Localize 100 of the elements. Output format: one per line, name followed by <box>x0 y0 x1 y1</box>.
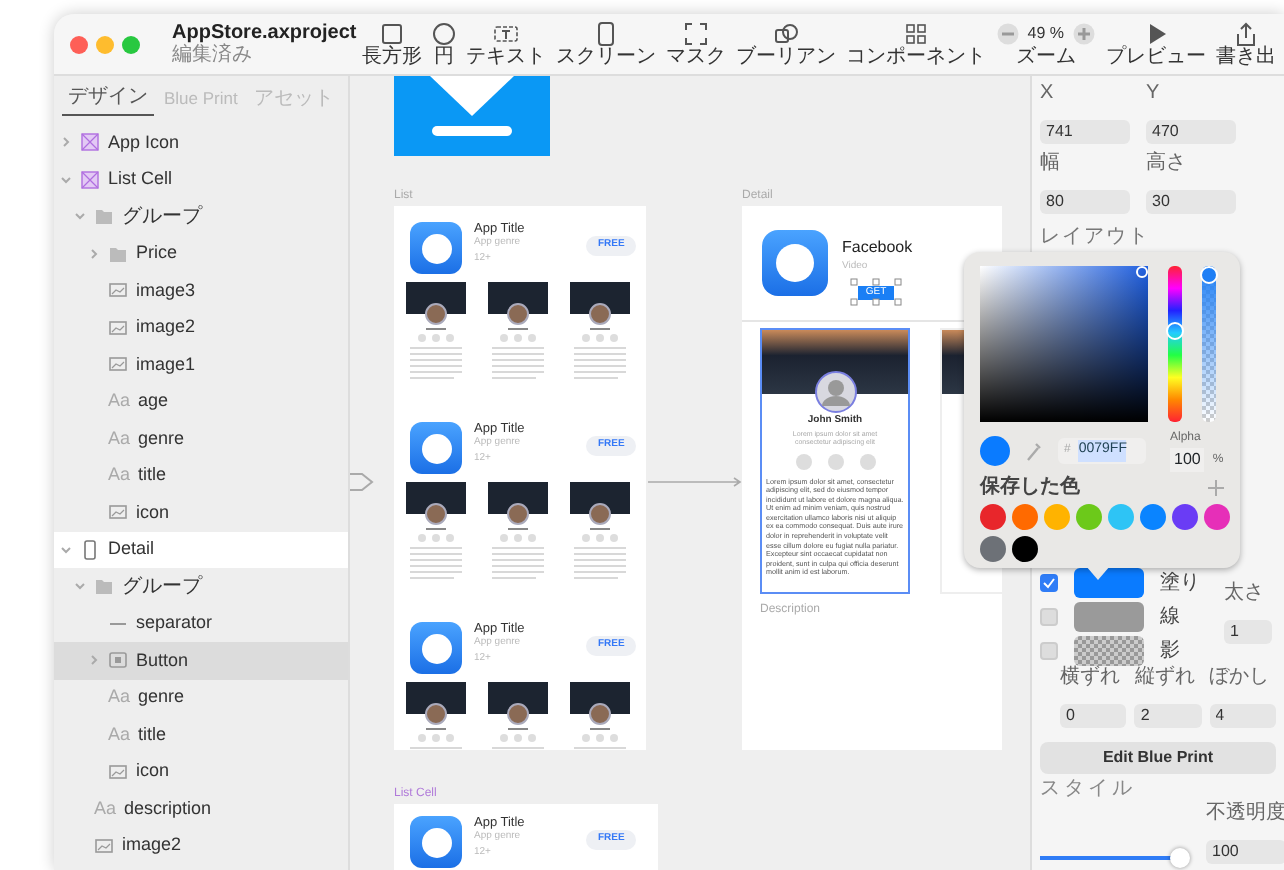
saved-color-swatch[interactable] <box>1076 504 1102 530</box>
saved-color-swatch[interactable] <box>1140 504 1166 530</box>
toolbar-button[interactable]: テキスト <box>465 21 546 67</box>
saved-color-swatch[interactable] <box>1172 504 1198 530</box>
field-label: 高さ <box>1146 154 1188 174</box>
toolbar-button[interactable]: 円 <box>431 21 456 67</box>
chevron-icon[interactable] <box>87 247 99 260</box>
layer-row[interactable]: Aa title <box>54 716 348 753</box>
layer-row[interactable]: グループ <box>54 568 348 605</box>
rectangle-icon <box>379 21 404 45</box>
layer-row[interactable]: Price <box>54 235 348 272</box>
chevron-icon[interactable] <box>59 136 71 149</box>
layer-name: image2 <box>122 832 182 858</box>
share-icon <box>1234 21 1258 45</box>
layer-row[interactable]: icon <box>54 494 348 531</box>
zoom-out-icon[interactable] <box>995 21 1020 45</box>
chevron-icon[interactable] <box>87 654 99 667</box>
layer-row[interactable]: image2 <box>54 827 348 864</box>
opacity-slider[interactable] <box>1040 848 1190 868</box>
layer-row[interactable]: グループ <box>54 198 348 235</box>
eyedropper-icon[interactable] <box>1026 441 1042 461</box>
zoom-in-icon[interactable] <box>1072 21 1096 45</box>
image-icon <box>94 835 114 856</box>
chevron-icon[interactable] <box>73 580 85 593</box>
shapes-icon <box>773 21 798 45</box>
toolbar-button[interactable]: コンポーネント <box>845 21 986 67</box>
number-field[interactable]: 80 <box>1040 190 1130 214</box>
layer-name: image3 <box>136 277 196 304</box>
layer-row[interactable]: image3 <box>54 272 348 309</box>
layer-name: image2 <box>136 314 196 340</box>
saved-color-swatch[interactable] <box>1108 504 1134 530</box>
alpha-field[interactable]: 100 <box>1170 448 1205 472</box>
saved-color-swatch[interactable] <box>980 504 1006 530</box>
window-title: AppStore.axproject <box>172 22 357 44</box>
checkbox[interactable] <box>1040 574 1058 592</box>
chevron-icon[interactable] <box>59 543 71 556</box>
layer-row[interactable]: icon <box>54 753 348 790</box>
toolbar-button[interactable]: ブーリアン <box>735 21 836 67</box>
number-field[interactable]: 4 <box>1209 704 1276 728</box>
hue-slider[interactable] <box>1168 266 1182 422</box>
social-circle <box>859 453 875 469</box>
saved-color-swatch[interactable] <box>1204 504 1230 530</box>
toolbar-button[interactable]: スクリーン <box>555 21 656 67</box>
panel-tab[interactable]: デザイン <box>62 76 154 116</box>
zoom-button[interactable] <box>122 35 140 53</box>
layer-row[interactable]: Button <box>54 642 348 679</box>
number-field[interactable]: 2 <box>1134 704 1202 728</box>
number-field[interactable]: 100 <box>1206 840 1284 864</box>
layer-row[interactable]: Aa description <box>54 790 348 827</box>
number-field[interactable]: 470 <box>1146 120 1236 144</box>
edit-button[interactable]: Edit Blue Print <box>1040 742 1276 774</box>
connection-arrow <box>648 476 744 488</box>
chevron-icon[interactable] <box>59 173 71 186</box>
color-swatch[interactable] <box>1074 636 1144 666</box>
layer-name: List Cell <box>108 166 173 192</box>
color-gradient-field[interactable] <box>980 266 1148 422</box>
add-icon[interactable] <box>1208 479 1224 495</box>
number-field[interactable]: 741 <box>1040 120 1130 144</box>
layer-name: age <box>138 388 169 414</box>
picker-handle[interactable] <box>1136 266 1148 278</box>
layer-row[interactable]: Aa genre <box>54 420 348 457</box>
entry-point-icon <box>350 472 374 492</box>
toolbar-button[interactable]: 書き出 <box>1216 21 1276 67</box>
toolbar-button[interactable]: 長方形 <box>361 21 422 67</box>
layer-row[interactable]: separator <box>54 605 348 642</box>
alpha-slider[interactable] <box>1202 266 1216 422</box>
slider-thumb[interactable] <box>1200 266 1218 284</box>
chevron-icon[interactable] <box>73 210 85 223</box>
layer-row[interactable]: Aa age <box>54 383 348 420</box>
layer-row[interactable]: List Cell <box>54 161 348 198</box>
color-swatch[interactable] <box>1074 602 1144 632</box>
minimize-button[interactable] <box>96 35 114 53</box>
app-icon <box>410 422 462 474</box>
number-field[interactable]: 0 <box>1060 704 1127 728</box>
layer-row[interactable]: image2 <box>54 309 348 346</box>
color-swatch[interactable] <box>1074 568 1144 598</box>
saved-color-swatch[interactable] <box>980 536 1006 562</box>
layer-row[interactable]: App Icon <box>54 124 348 161</box>
layer-name: separator <box>136 610 213 636</box>
current-color-circle <box>980 436 1010 466</box>
number-field[interactable]: 1 <box>1224 619 1272 643</box>
slider-thumb[interactable] <box>1169 848 1190 868</box>
layer-row[interactable]: Aa title <box>54 457 348 494</box>
toolbar-button[interactable]: マスク <box>665 21 726 67</box>
layer-name: Button <box>136 647 189 673</box>
saved-color-swatch[interactable] <box>1044 504 1070 530</box>
slider-thumb[interactable] <box>1166 321 1184 340</box>
layer-row[interactable]: Detail <box>54 531 348 568</box>
checkbox[interactable] <box>1040 608 1058 626</box>
toolbar-button[interactable]: プレビュー <box>1106 21 1206 67</box>
saved-color-swatch[interactable] <box>1012 536 1038 562</box>
social-circle <box>795 453 811 469</box>
close-button[interactable] <box>70 35 88 53</box>
saved-color-swatch[interactable] <box>1012 504 1038 530</box>
layer-name: genre <box>138 425 185 452</box>
number-field[interactable]: 30 <box>1146 190 1236 214</box>
social-circle <box>827 453 843 469</box>
layer-row[interactable]: Aa genre <box>54 679 348 716</box>
checkbox[interactable] <box>1040 642 1058 660</box>
layer-row[interactable]: image1 <box>54 346 348 383</box>
